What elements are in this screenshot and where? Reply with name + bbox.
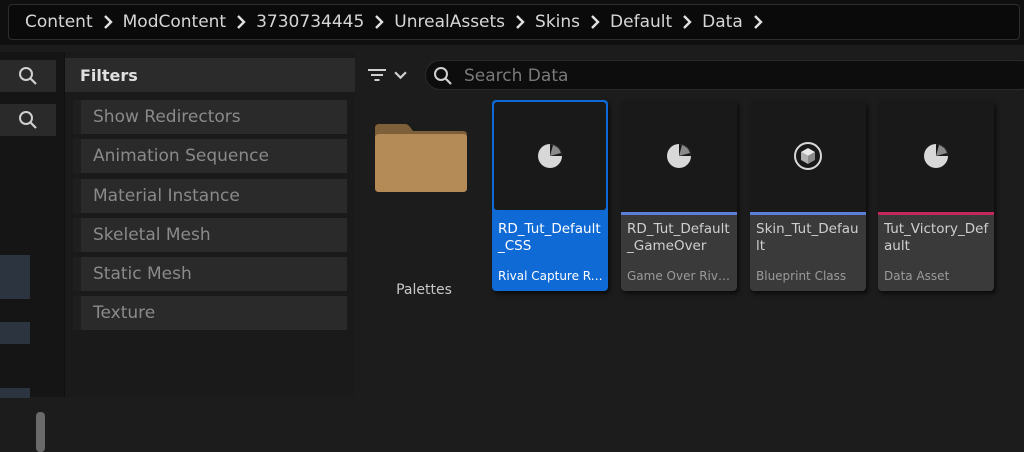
filter-label: Animation Sequence xyxy=(93,146,269,166)
pie-icon xyxy=(667,144,691,168)
scrollbar-thumb[interactable] xyxy=(36,412,45,452)
asset-type: Rival Capture Re... xyxy=(498,269,606,283)
breadcrumb: Content ModContent 3730734445 UnrealAsse… xyxy=(8,4,1020,40)
chevron-right-icon[interactable] xyxy=(364,15,394,29)
search-icon xyxy=(19,67,37,85)
asset-type-colorbar xyxy=(750,212,866,215)
filter-label: Texture xyxy=(93,303,156,323)
asset-type: Game Over Rival... xyxy=(627,269,735,283)
asset-tile-rd-tut-default-gameover[interactable]: RD_Tut_Default_GameOver Game Over Rival.… xyxy=(621,100,737,291)
filters-header[interactable]: Filters xyxy=(65,58,355,92)
sources-search-button[interactable] xyxy=(0,60,56,92)
filter-dropdown-button[interactable] xyxy=(367,64,413,86)
pie-icon xyxy=(924,144,948,168)
filter-label: Material Instance xyxy=(93,186,240,206)
breadcrumb-item-modcontent[interactable]: ModContent xyxy=(123,12,226,32)
asset-thumbnail xyxy=(621,100,737,212)
asset-tile-tut-victory-default[interactable]: Tut_Victory_Default Data Asset xyxy=(878,100,994,291)
filter-label: Show Redirectors xyxy=(93,107,241,127)
sources-panel xyxy=(0,52,64,452)
breadcrumb-item-data[interactable]: Data xyxy=(702,12,743,32)
chevron-right-icon[interactable] xyxy=(505,15,535,29)
breadcrumb-item-default[interactable]: Default xyxy=(610,12,672,32)
asset-name: Skin_Tut_Default xyxy=(756,221,859,254)
filter-skeletal-mesh[interactable]: Skeletal Mesh xyxy=(73,218,347,252)
asset-type-colorbar xyxy=(621,212,737,215)
filter-show-redirectors[interactable]: Show Redirectors xyxy=(73,100,347,134)
filter-texture[interactable]: Texture xyxy=(73,296,347,330)
filters-title: Filters xyxy=(80,66,138,85)
search-box[interactable] xyxy=(425,60,1024,90)
asset-tile-skin-tut-default[interactable]: Skin_Tut_Default Blueprint Class xyxy=(750,100,866,291)
asset-name: RD_Tut_Default_GameOver xyxy=(627,221,730,254)
tree-item[interactable] xyxy=(0,322,30,344)
tree-selection-highlight[interactable] xyxy=(0,255,30,299)
filter-icon xyxy=(368,69,386,81)
filters-panel: Filters Show Redirectors Animation Seque… xyxy=(64,52,355,397)
filter-animation-sequence[interactable]: Animation Sequence xyxy=(73,139,347,173)
breadcrumb-item-content[interactable]: Content xyxy=(25,12,93,32)
chevron-right-icon[interactable] xyxy=(226,15,256,29)
asset-thumbnail xyxy=(750,100,866,212)
breadcrumb-item-unrealassets[interactable]: UnrealAssets xyxy=(394,12,505,32)
breadcrumb-bar: Content ModContent 3730734445 UnrealAsse… xyxy=(0,0,1024,45)
asset-name: RD_Tut_Default_CSS xyxy=(498,221,601,254)
asset-tile-rd-tut-default-css[interactable]: RD_Tut_Default_CSS Rival Capture Re... xyxy=(492,100,608,291)
chevron-right-icon[interactable] xyxy=(93,15,123,29)
filter-label: Static Mesh xyxy=(93,264,192,284)
breadcrumb-item-mod-id[interactable]: 3730734445 xyxy=(256,12,364,32)
chevron-down-icon xyxy=(394,70,407,79)
filter-material-instance[interactable]: Material Instance xyxy=(73,179,347,213)
asset-name: Tut_Victory_Default xyxy=(884,221,989,254)
folder-tile-palettes[interactable]: Palettes xyxy=(365,112,483,312)
collections-search-button[interactable] xyxy=(0,104,56,136)
search-input[interactable] xyxy=(462,64,1024,88)
filter-label: Skeletal Mesh xyxy=(93,225,211,245)
asset-thumbnail xyxy=(878,100,994,212)
chevron-right-icon[interactable] xyxy=(743,15,773,29)
folder-label: Palettes xyxy=(396,282,452,298)
chevron-right-icon[interactable] xyxy=(672,15,702,29)
pie-icon xyxy=(538,144,562,168)
asset-type: Data Asset xyxy=(884,269,950,283)
folder-icon xyxy=(375,124,467,192)
cube-icon xyxy=(794,142,822,170)
asset-type: Blueprint Class xyxy=(756,269,847,283)
search-icon xyxy=(434,67,452,85)
breadcrumb-item-skins[interactable]: Skins xyxy=(535,12,580,32)
chevron-right-icon[interactable] xyxy=(580,15,610,29)
asset-thumbnail xyxy=(494,102,606,210)
asset-type-colorbar xyxy=(878,212,994,215)
asset-view: Palettes RD_Tut_Default_CSS Rival Captur… xyxy=(355,52,1024,397)
search-icon xyxy=(19,111,37,129)
filter-static-mesh[interactable]: Static Mesh xyxy=(73,257,347,291)
